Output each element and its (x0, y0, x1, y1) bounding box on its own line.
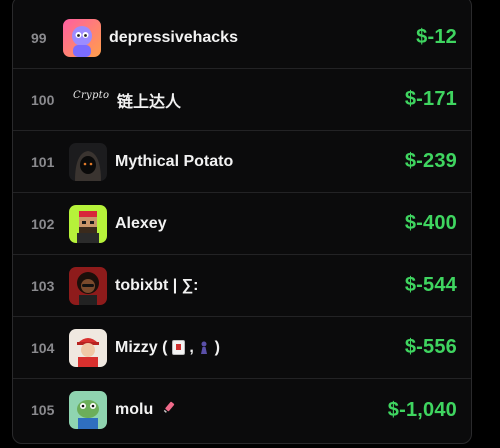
syringe-icon (162, 400, 177, 420)
chess-pawn-icon (198, 340, 210, 355)
pnl-value: $-1,040 (387, 398, 457, 421)
avatar (69, 391, 107, 429)
pnl-value: $-400 (404, 212, 457, 234)
rank: 103 (31, 277, 55, 294)
username[interactable]: Mizzy ( , ) (115, 339, 220, 357)
username[interactable]: Mythical Potato (115, 153, 233, 171)
rank: 102 (31, 215, 55, 232)
username-suffix: ) (210, 338, 221, 356)
username-separator: , (184, 338, 199, 356)
username[interactable]: tobixbt | ∑: (115, 277, 198, 295)
leaderboard-row[interactable]: 105 molu $-1,040 (13, 379, 471, 441)
leaderboard-row[interactable]: 99 depressivehacks $-12 (13, 7, 471, 69)
username[interactable]: 链上达人 (117, 88, 181, 112)
username[interactable]: depressivehacks (109, 29, 238, 47)
rank: 99 (31, 29, 47, 46)
leaderboard-row[interactable]: 103 tobixbt | ∑: $-544 (13, 255, 471, 317)
avatar (69, 328, 107, 367)
leaderboard-row[interactable]: 100 Crypto 链上达人 $-171 (13, 69, 471, 131)
username[interactable]: molu (115, 400, 177, 420)
username-prefix: Mizzy ( (115, 338, 172, 356)
pnl-value: $-12 (416, 26, 457, 48)
rank: 101 (31, 153, 55, 170)
crypto-logo: Crypto (73, 90, 110, 101)
avatar (69, 142, 107, 181)
mahjong-tile-icon (171, 339, 185, 355)
pnl-value: $-171 (404, 88, 457, 110)
username-text: molu (115, 401, 154, 419)
avatar (63, 18, 101, 57)
rank: 105 (31, 402, 55, 418)
username[interactable]: Alexey (115, 215, 167, 233)
rank: 100 (31, 91, 55, 108)
pnl-value: $-239 (404, 150, 457, 172)
leaderboard-row[interactable]: 101 Mythical Potato $-239 (13, 131, 471, 193)
pnl-value: $-544 (404, 274, 457, 296)
leaderboard: 99 depressivehacks $-12 100 Crypto 链上达人 … (12, 0, 472, 444)
leaderboard-row[interactable]: 102 Alexey $-400 (13, 193, 471, 255)
avatar (69, 204, 107, 243)
leaderboard-row[interactable]: 104 Mizzy ( , ) $-556 (13, 317, 471, 379)
pnl-value: $-556 (404, 336, 457, 358)
rank: 104 (31, 339, 55, 356)
avatar (69, 266, 107, 305)
